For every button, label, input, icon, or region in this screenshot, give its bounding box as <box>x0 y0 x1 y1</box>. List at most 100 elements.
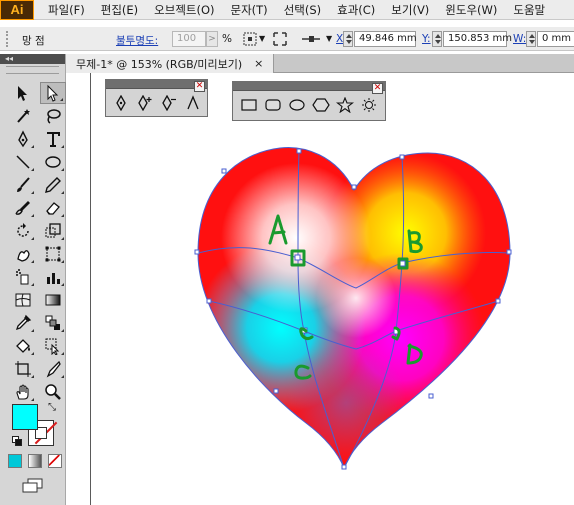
artboard-icon <box>15 361 31 377</box>
reference-point-icon[interactable] <box>242 31 258 47</box>
live-paint-selection-tool[interactable] <box>40 335 66 357</box>
tools-panel: ◂◂ ⤡ <box>0 54 66 505</box>
mesh-tool[interactable] <box>10 289 36 311</box>
hand-tool[interactable] <box>10 381 36 403</box>
opacity-label[interactable]: 불투명도: <box>116 33 158 48</box>
menu-items: 파일(F) 편집(E) 오브젝트(O) 문자(T) 선택(S) 효과(C) 보기(V) 윈도우… <box>34 2 553 18</box>
menu-item-1[interactable]: 편집(E) <box>93 2 146 18</box>
screen-mode-icon[interactable] <box>20 478 46 494</box>
menu-item-5[interactable]: 효과(C) <box>329 2 383 18</box>
opacity-field[interactable]: 100 <box>172 31 206 47</box>
w-label[interactable]: W: <box>513 33 526 45</box>
column-graph-tool[interactable] <box>40 266 66 288</box>
w-field[interactable]: 0 mm <box>537 31 574 47</box>
zoom-tool[interactable] <box>40 381 66 403</box>
type-tool[interactable] <box>40 128 66 150</box>
rotate-tool[interactable] <box>10 220 36 242</box>
scale-tool[interactable] <box>40 220 66 242</box>
mesh-icon <box>15 293 31 307</box>
document-tab[interactable]: 무제-1* @ 153% (RGB/미리보기) × <box>66 54 274 73</box>
artboard-tool[interactable] <box>10 358 36 380</box>
symbol-sprayer-icon <box>16 269 29 285</box>
none-mode-icon[interactable] <box>48 454 62 468</box>
x-spinner[interactable] <box>343 31 353 47</box>
document-title: 무제-1* @ 153% (RGB/미리보기) <box>76 57 243 71</box>
eyedropper-tool[interactable] <box>10 312 36 334</box>
control-bar: 망 점 불투명도: 100 > % ▼ ▼ X: 49.846 mm Y: 15… <box>0 27 574 51</box>
magic-wand-icon <box>17 109 30 123</box>
reference-point-dropdown-icon[interactable]: ▼ <box>259 34 265 43</box>
y-field[interactable]: 150.853 mm <box>443 31 512 47</box>
ellipse-icon <box>45 156 61 168</box>
paint-bucket-icon <box>16 339 30 353</box>
menu-item-8[interactable]: 도움말 <box>505 2 553 18</box>
tools-collapse-button[interactable]: ◂◂ <box>0 54 65 64</box>
pen-tool[interactable] <box>10 128 36 150</box>
eraser-icon <box>46 202 60 215</box>
color-mode-icon[interactable] <box>8 454 22 468</box>
x-field[interactable]: 49.846 mm <box>354 31 417 47</box>
control-bar-grip[interactable] <box>6 31 10 47</box>
ellipse-tool[interactable] <box>40 151 66 173</box>
canvas[interactable]: ✕ ✕ <box>66 73 574 505</box>
document-tab-bar: 무제-1* @ 153% (RGB/미리보기) × <box>66 54 574 73</box>
column-graph-icon <box>47 273 60 284</box>
lasso-tool[interactable] <box>40 105 66 127</box>
pencil-icon <box>45 177 61 193</box>
menu-item-2[interactable]: 오브젝트(O) <box>146 2 222 18</box>
blend-icon <box>45 315 60 330</box>
align-anchor-icon[interactable] <box>300 31 322 47</box>
blend-tool[interactable] <box>40 312 66 334</box>
line-segment-icon <box>16 155 30 169</box>
direct-selection-tool[interactable] <box>40 82 66 104</box>
menu-item-6[interactable]: 보기(V) <box>383 2 437 18</box>
paintbrush-tool[interactable] <box>10 174 36 196</box>
rotate-icon <box>17 223 29 237</box>
close-document-icon[interactable]: × <box>254 57 263 70</box>
lasso-icon <box>47 109 61 124</box>
object-type-label: 망 점 <box>22 35 45 47</box>
menu-item-0[interactable]: 파일(F) <box>34 2 93 18</box>
color-mode-buttons <box>8 454 62 468</box>
menu-item-4[interactable]: 선택(S) <box>276 2 329 18</box>
eraser-tool[interactable] <box>40 197 66 219</box>
align-dropdown-icon[interactable]: ▼ <box>326 34 332 43</box>
tools-grip[interactable] <box>6 66 59 74</box>
menu-bar: Ai 파일(F) 편집(E) 오브젝트(O) 문자(T) 선택(S) 효과(C) 보기(V)… <box>0 0 574 20</box>
gradient-icon <box>45 294 61 306</box>
w-spinner[interactable] <box>526 31 536 47</box>
opacity-dropdown-button[interactable]: > <box>206 31 218 47</box>
gradient-mesh-heart-artwork[interactable] <box>66 73 574 505</box>
slice-knife-icon <box>46 360 61 378</box>
warp-tool[interactable] <box>10 243 36 265</box>
blob-brush-icon <box>15 201 30 215</box>
magic-wand-tool[interactable] <box>10 105 36 127</box>
transform-options-icon[interactable] <box>272 31 288 47</box>
pencil-tool[interactable] <box>40 174 66 196</box>
gradient-tool[interactable] <box>40 289 66 311</box>
gradient-mode-icon[interactable] <box>28 454 42 468</box>
y-label[interactable]: Y: <box>422 33 431 45</box>
eyedropper-icon <box>15 314 32 331</box>
slice-tool[interactable] <box>40 358 66 380</box>
live-paint-bucket-tool[interactable] <box>10 335 36 357</box>
selection-arrow-icon <box>18 86 27 101</box>
paintbrush-icon <box>17 177 30 192</box>
y-spinner[interactable] <box>432 31 442 47</box>
menu-item-7[interactable]: 윈도우(W) <box>437 2 505 18</box>
hand-icon <box>16 384 29 400</box>
symbol-sprayer-tool[interactable] <box>10 266 36 288</box>
live-paint-selection-icon <box>45 338 60 355</box>
default-fill-stroke-icon[interactable] <box>12 436 22 446</box>
blob-brush-tool[interactable] <box>10 197 36 219</box>
selection-tool[interactable] <box>10 82 36 104</box>
direct-selection-arrow-icon <box>47 84 59 102</box>
type-t-icon <box>47 132 60 147</box>
free-transform-icon <box>45 246 61 262</box>
line-segment-tool[interactable] <box>10 151 36 173</box>
free-transform-tool[interactable] <box>40 243 66 265</box>
swap-fill-stroke-icon[interactable]: ⤡ <box>48 402 56 413</box>
fill-swatch[interactable] <box>12 404 38 430</box>
app-logo: Ai <box>0 0 34 20</box>
menu-item-3[interactable]: 문자(T) <box>223 2 276 18</box>
